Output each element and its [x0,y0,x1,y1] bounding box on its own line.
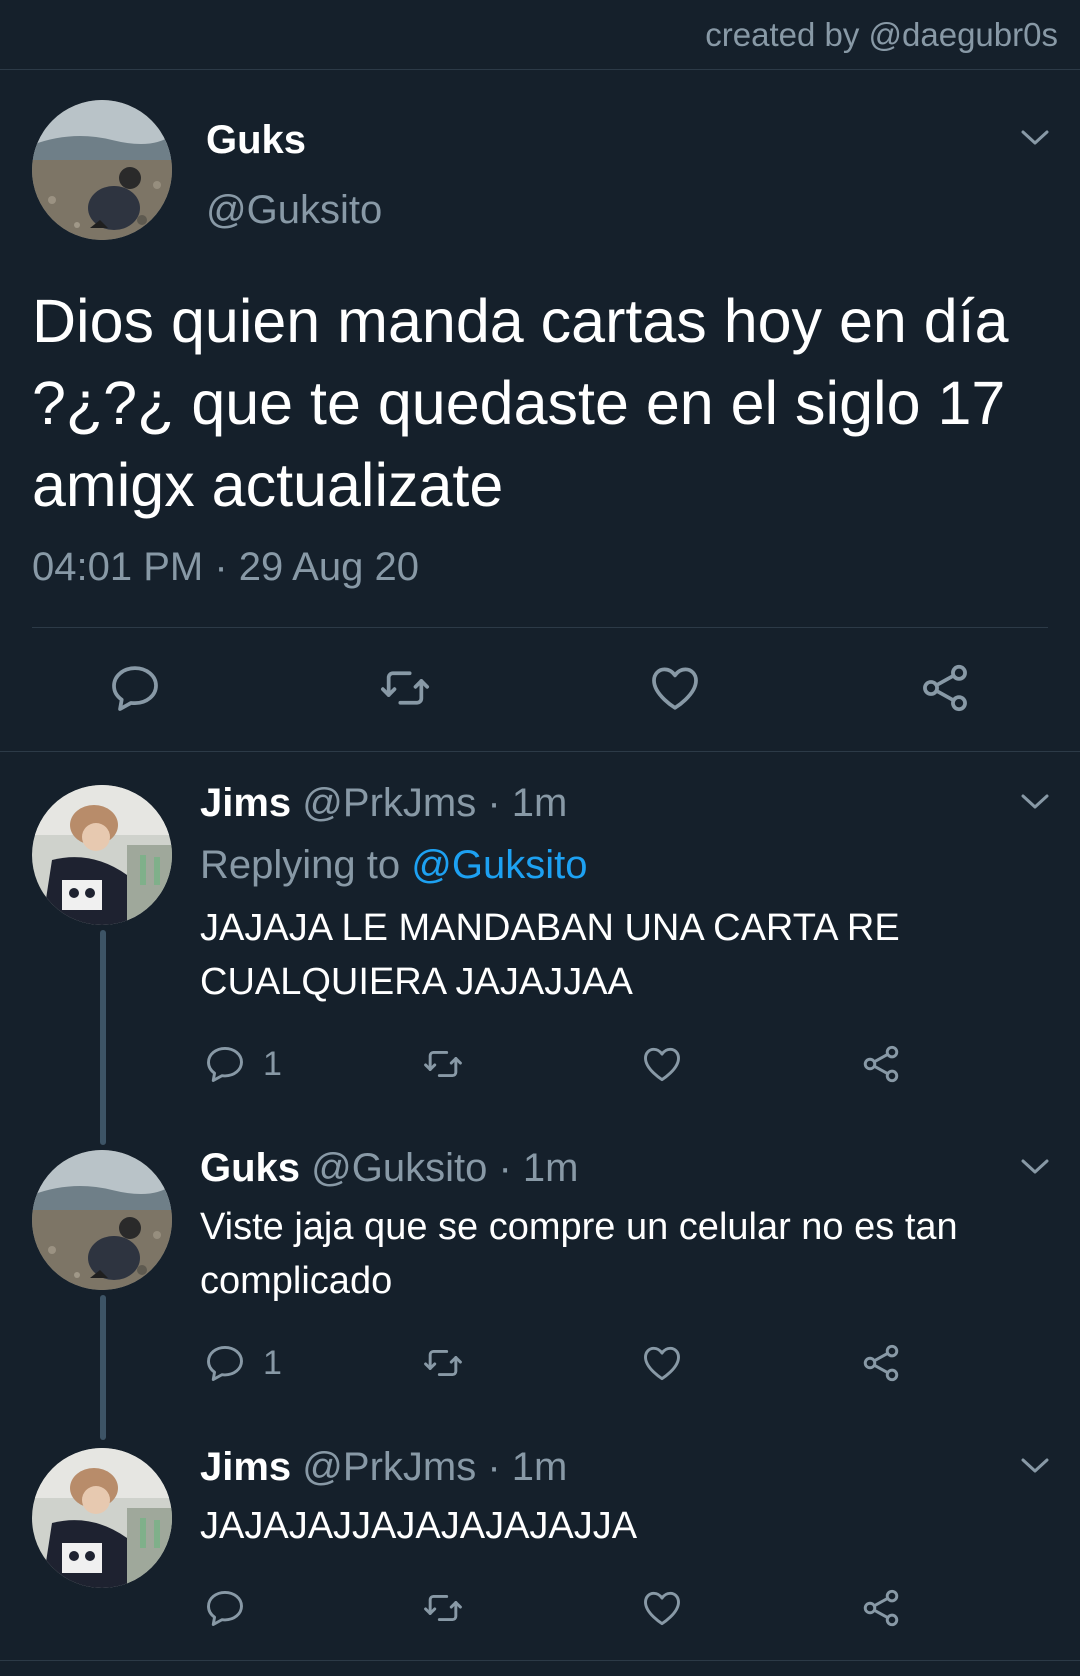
reply-icon[interactable] [203,1341,247,1385]
retweet-action[interactable] [421,1584,465,1632]
share-action[interactable] [859,1584,903,1632]
tweet-timestamp: 04:01 PM · 29 Aug 20 [32,545,419,589]
like-icon[interactable] [640,1042,684,1086]
reply-header: Jims @PrkJms · 1m [200,1445,567,1490]
retweet-icon[interactable] [421,1042,465,1086]
author-name[interactable]: Guks [206,118,306,163]
share-action[interactable] [859,1339,903,1387]
author-name[interactable]: Guks [200,1146,300,1190]
share-icon[interactable] [859,1042,903,1086]
share-action[interactable] [859,1040,903,1088]
like-action[interactable] [640,1339,684,1387]
thread-line [100,930,106,1145]
chevron-down-icon[interactable] [1020,128,1050,148]
replying-to: Replying to @Guksito [200,843,587,888]
reply-text: JAJAJAJJAJAJAJAJAJJA [200,1505,638,1547]
reply-count: 1 [263,1044,282,1083]
reply-action[interactable]: 1 [203,1339,282,1387]
reply-icon[interactable] [203,1586,247,1630]
avatar-image [32,785,172,925]
divider [32,627,1048,628]
like-action[interactable] [640,1040,684,1088]
chevron-down-icon[interactable] [1020,1456,1050,1476]
author-meta: @Guksito · 1m [311,1146,579,1190]
credit-bar: created by @daegubr0s [0,0,1080,70]
chevron-down-icon[interactable] [1020,792,1050,812]
like-icon[interactable] [640,1586,684,1630]
chevron-down-icon[interactable] [1020,1157,1050,1177]
divider [0,751,1080,752]
retweet-action[interactable] [421,1339,465,1387]
reply-icon[interactable] [107,660,163,716]
avatar-image [32,100,172,240]
credit-text: created by @daegubr0s [705,16,1058,53]
mention-link[interactable]: @Guksito [411,843,587,887]
reply-text: Viste jaja que se compre un celular no e… [200,1206,958,1302]
thread-line [100,1295,106,1440]
tweet-text: Dios quien manda cartas hoy en día ?¿?¿ … [32,287,1009,519]
avatar[interactable] [32,100,172,240]
author-name[interactable]: Jims [200,1445,291,1489]
avatar-image [32,1150,172,1290]
retweet-icon[interactable] [421,1341,465,1385]
author-meta: @PrkJms · 1m [302,781,568,825]
replying-label: Replying to [200,843,401,887]
share-icon[interactable] [859,1341,903,1385]
reply-count: 1 [263,1343,282,1382]
avatar[interactable] [32,1448,172,1588]
reply-header: Jims @PrkJms · 1m [200,781,567,826]
share-icon[interactable] [917,660,973,716]
author-handle[interactable]: @Guksito [206,188,382,233]
avatar[interactable] [32,785,172,925]
reply-icon[interactable] [203,1042,247,1086]
retweet-icon[interactable] [377,660,433,716]
reply-action[interactable]: 1 [203,1040,282,1088]
retweet-icon[interactable] [421,1586,465,1630]
reply-text: JAJAJA LE MANDABAN UNA CARTA RE CUALQUIE… [200,907,900,1003]
reply-action[interactable] [203,1584,263,1632]
avatar-image [32,1448,172,1588]
author-meta: @PrkJms · 1m [302,1445,568,1489]
author-name[interactable]: Jims [200,781,291,825]
like-icon[interactable] [640,1341,684,1385]
like-icon[interactable] [647,660,703,716]
like-action[interactable] [640,1584,684,1632]
divider [0,1660,1080,1661]
avatar[interactable] [32,1150,172,1290]
share-icon[interactable] [859,1586,903,1630]
retweet-action[interactable] [421,1040,465,1088]
reply-header: Guks @Guksito · 1m [200,1146,579,1191]
